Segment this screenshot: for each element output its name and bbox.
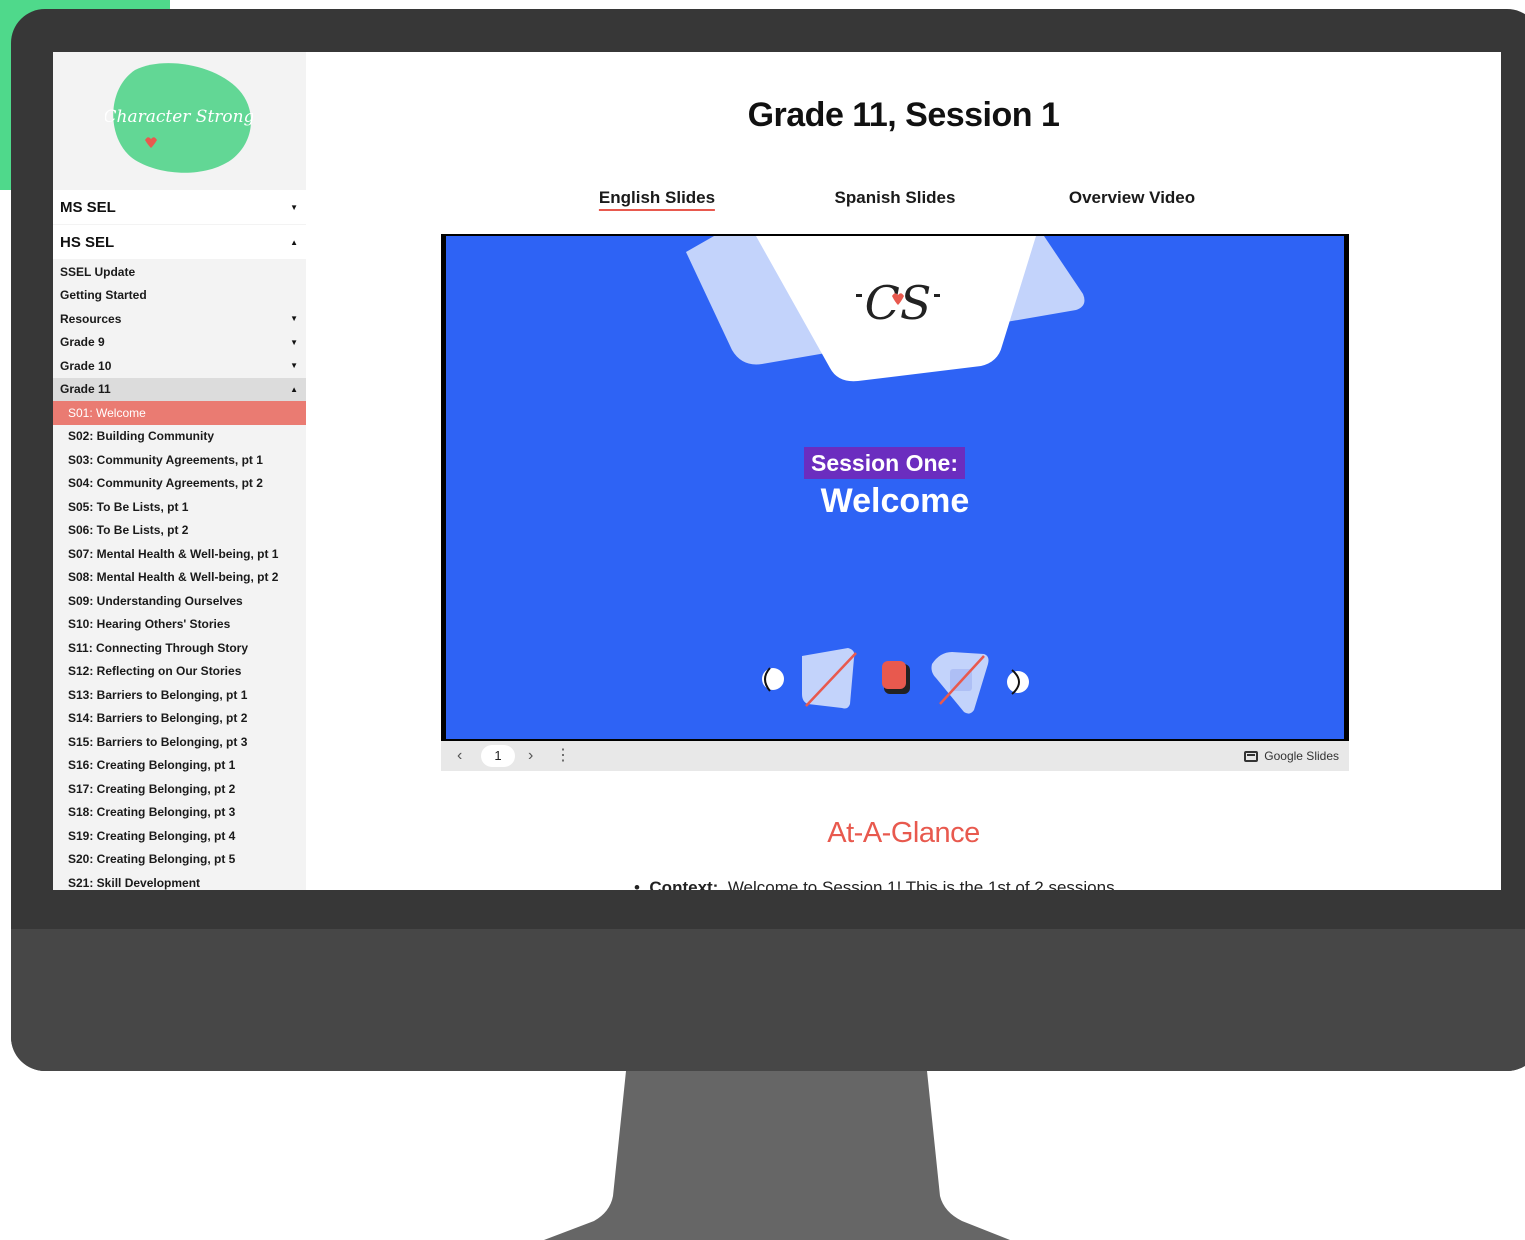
session-item[interactable]: S06: To Be Lists, pt 2 [53, 519, 306, 543]
session-item[interactable]: S12: Reflecting on Our Stories [53, 660, 306, 684]
sidebar-item-getting-started[interactable]: Getting Started [53, 284, 306, 308]
sidebar-item-ssel-update[interactable]: SSEL Update [53, 260, 306, 284]
sidebar-item-label: Grade 11 [60, 382, 111, 397]
chevron-down-icon: ▼ [290, 314, 298, 324]
sidebar-item-grade-10[interactable]: Grade 10 ▼ [53, 354, 306, 378]
monitor-stand [544, 1071, 1010, 1240]
chevron-up-icon: ▲ [290, 384, 298, 394]
bottom-icons [762, 648, 1029, 714]
slides-controls: ‹ 1 › ⋮ Google Slides [441, 741, 1349, 771]
sidebar-item-grade-9[interactable]: Grade 9 ▼ [53, 331, 306, 355]
tab-overview-video[interactable]: Overview Video [1069, 188, 1195, 208]
next-slide-button[interactable]: › [528, 741, 533, 771]
session-label: Session One: [804, 447, 965, 479]
session-item[interactable]: S16: Creating Belonging, pt 1 [53, 754, 306, 778]
browser-screen: Character Strong MS SEL ▼ HS SEL ▲ SSEL … [53, 52, 1501, 890]
nav-section-ms-sel[interactable]: MS SEL ▼ [53, 190, 306, 224]
session-item[interactable]: S18: Creating Belonging, pt 3 [53, 801, 306, 825]
session-item[interactable]: S08: Mental Health & Well-being, pt 2 [53, 566, 306, 590]
chevron-down-icon: ▼ [290, 337, 298, 347]
nav-section-hs-sel[interactable]: HS SEL ▲ [53, 225, 306, 259]
session-item[interactable]: S13: Barriers to Belonging, pt 1 [53, 683, 306, 707]
chevron-down-icon: ▼ [290, 361, 298, 371]
session-item[interactable]: S15: Barriers to Belonging, pt 3 [53, 730, 306, 754]
session-item[interactable]: S05: To Be Lists, pt 1 [53, 495, 306, 519]
slides-embed[interactable]: CS [441, 234, 1349, 771]
google-slides-link[interactable]: Google Slides [1244, 741, 1339, 771]
session-item[interactable]: S03: Community Agreements, pt 1 [53, 448, 306, 472]
sidebar-item-label: Grade 9 [60, 335, 105, 350]
at-a-glance-heading: At-A-Glance [827, 817, 980, 849]
tab-english-slides[interactable]: English Slides [598, 188, 716, 211]
google-slides-label: Google Slides [1264, 749, 1339, 763]
session-item[interactable]: S11: Connecting Through Story [53, 636, 306, 660]
character-strong-logo[interactable]: Character Strong [105, 62, 253, 174]
monitor-chin [11, 929, 1525, 1071]
chevron-up-icon: ▲ [290, 237, 298, 247]
session-item[interactable]: S19: Creating Belonging, pt 4 [53, 824, 306, 848]
session-item[interactable]: S20: Creating Belonging, pt 5 [53, 848, 306, 872]
prev-slide-button[interactable]: ‹ [457, 741, 462, 771]
context-label: Context: [649, 878, 719, 890]
session-item[interactable]: S07: Mental Health & Well-being, pt 1 [53, 542, 306, 566]
context-text: Welcome to Session 1! This is the 1st of… [727, 878, 1115, 890]
context-bullet: • Context: Welcome to Session 1! This is… [634, 878, 1115, 890]
slide-page-number[interactable]: 1 [481, 745, 515, 767]
sidebar-item-grade-11[interactable]: Grade 11 ▲ [53, 377, 306, 401]
session-item[interactable]: S10: Hearing Others' Stories [53, 613, 306, 637]
google-slides-icon [1244, 750, 1259, 762]
slide-canvas[interactable]: CS [446, 236, 1344, 739]
session-item[interactable]: S17: Creating Belonging, pt 2 [53, 777, 306, 801]
tab-bar: English Slides Spanish Slides Overview V… [306, 188, 1501, 218]
sidebar-item-label: Resources [60, 311, 122, 326]
cs-logo-icon: CS [856, 276, 940, 330]
logo-area: Character Strong [53, 52, 306, 187]
nav-section-label: MS SEL [60, 198, 116, 216]
session-item[interactable]: S09: Understanding Ourselves [53, 589, 306, 613]
logo-text: Character Strong [105, 107, 253, 127]
session-title: Welcome [820, 482, 970, 520]
sidebar-item-label: Getting Started [60, 288, 147, 303]
chevron-down-icon: ▼ [290, 202, 298, 212]
slide-frame: CS [441, 234, 1349, 741]
sidebar-item-label: SSEL Update [60, 264, 136, 279]
main-content: Grade 11, Session 1 English Slides Spani… [306, 52, 1501, 890]
sidebar-item-label: Grade 10 [60, 358, 112, 373]
session-item[interactable]: S14: Barriers to Belonging, pt 2 [53, 707, 306, 731]
session-item-active[interactable]: S01: Welcome [53, 401, 306, 425]
tab-spanish-slides[interactable]: Spanish Slides [835, 188, 956, 208]
sidebar: Character Strong MS SEL ▼ HS SEL ▲ SSEL … [53, 52, 306, 890]
sidebar-item-resources[interactable]: Resources ▼ [53, 307, 306, 331]
nav-section-label: HS SEL [60, 233, 115, 251]
page-title: Grade 11, Session 1 [747, 96, 1060, 134]
session-item[interactable]: S02: Building Community [53, 425, 306, 449]
session-item[interactable]: S04: Community Agreements, pt 2 [53, 472, 306, 496]
session-item[interactable]: S21: Skill Development [53, 871, 306, 890]
more-options-icon[interactable]: ⋮ [555, 741, 571, 771]
